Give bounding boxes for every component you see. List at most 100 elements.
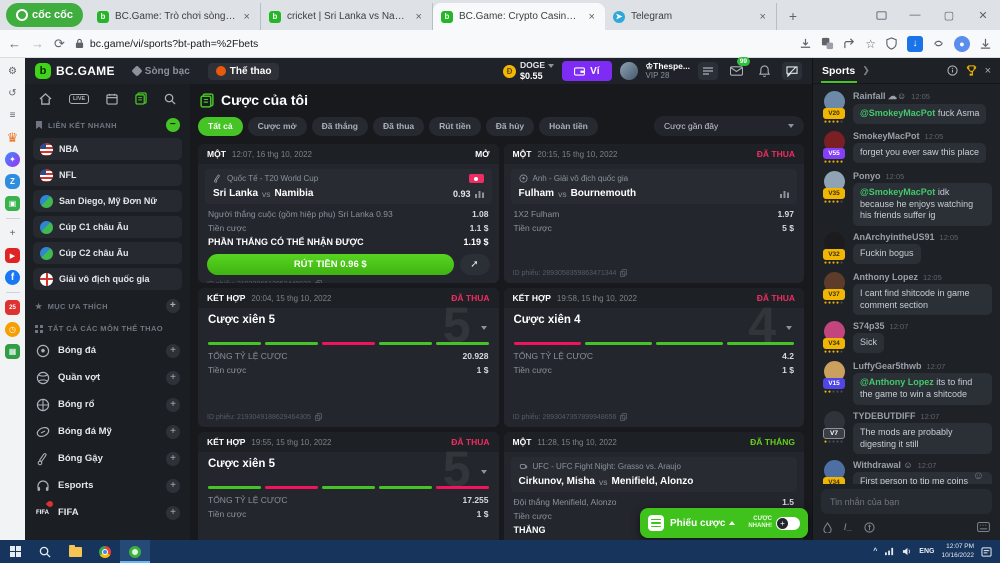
user-avatar[interactable]: [620, 62, 638, 80]
sidebar-item-fifa[interactable]: FIFA FIFA +: [25, 499, 190, 526]
filter-cashout[interactable]: Rút tiền: [429, 117, 481, 136]
add-shortcut-icon[interactable]: +: [5, 226, 20, 241]
emoji-icon[interactable]: ☺: [973, 470, 984, 482]
trophy-icon[interactable]: [966, 65, 977, 76]
user-info[interactable]: ♔Thespe... VIP 28: [646, 62, 690, 81]
messenger-icon[interactable]: ✦: [5, 152, 20, 167]
live-icon[interactable]: LIVE: [69, 94, 89, 104]
copy-icon[interactable]: [620, 269, 627, 277]
browser-tab[interactable]: b BC.Game: Trò chơi sòng bạc ×: [89, 3, 261, 30]
cashout-button[interactable]: RÚT TIỀN 0.96 $: [207, 254, 454, 275]
share-bet-button[interactable]: ➚: [460, 254, 490, 275]
start-button[interactable]: [0, 540, 30, 563]
games-icon[interactable]: ▣: [5, 196, 20, 211]
copy-icon[interactable]: [620, 413, 627, 421]
tab-close-icon[interactable]: ×: [414, 11, 424, 23]
expand-plus-button[interactable]: +: [166, 425, 180, 439]
match-info[interactable]: Quốc Tế - T20 World Cup Sri Lanka vs Nam…: [205, 169, 492, 204]
search-icon[interactable]: [164, 93, 176, 105]
chevron-down-icon[interactable]: [481, 326, 487, 330]
url-bar[interactable]: bc.game/vi/sports?bt-path=%2Fbets: [75, 38, 789, 50]
language-indicator[interactable]: ENG: [919, 548, 934, 555]
shop-shortcut-icon[interactable]: ▦: [5, 344, 20, 359]
combo-header[interactable]: Cược xiên 5 5: [198, 308, 499, 326]
match-info[interactable]: UFC - UFC Fight Night: Grasso vs. Araujo…: [511, 457, 798, 492]
adblock-shield-icon[interactable]: [885, 37, 898, 50]
quick-bet-toggle[interactable]: [776, 517, 800, 530]
betslip-button[interactable]: Phiếu cược CƯỢCNHANH!: [640, 508, 808, 538]
chat-expand-icon[interactable]: ❯: [862, 65, 870, 76]
downloads-icon[interactable]: [979, 37, 992, 50]
chat-username[interactable]: SmokeyMacPot: [853, 131, 920, 141]
sidebar-item-american-football[interactable]: Bóng đá Mỹ +: [25, 418, 190, 445]
notifications-bell-icon[interactable]: [754, 62, 774, 80]
nav-sports[interactable]: Thế thao: [208, 63, 280, 80]
expand-plus-button[interactable]: +: [166, 398, 180, 412]
chat-input[interactable]: [821, 489, 992, 514]
file-explorer-icon[interactable]: [60, 540, 90, 563]
sidebar-item-nfl[interactable]: NFL: [33, 164, 182, 186]
clock-shortcut-icon[interactable]: ◷: [5, 322, 20, 337]
chat-rules-info-icon[interactable]: [947, 65, 958, 76]
my-bets-icon[interactable]: [135, 92, 147, 105]
combo-header[interactable]: Cược xiên 4 4: [504, 308, 805, 326]
collapse-button[interactable]: −: [166, 118, 180, 132]
taskbar-search-icon[interactable]: [30, 540, 60, 563]
copy-icon[interactable]: [315, 280, 322, 283]
browser-tab[interactable]: b cricket | Sri Lanka vs Namibi ×: [261, 3, 433, 30]
sidebar-item-football[interactable]: Bóng đá +: [25, 337, 190, 364]
history-icon[interactable]: ↺: [5, 86, 20, 101]
back-icon[interactable]: ←: [8, 36, 21, 51]
chevron-down-icon[interactable]: [786, 326, 792, 330]
sort-dropdown[interactable]: Cược gần đây: [654, 116, 804, 136]
window-close-button[interactable]: ✕: [966, 0, 1000, 30]
chat-toggle-icon[interactable]: [782, 62, 802, 80]
chat-username[interactable]: Withdrawal ☺: [853, 460, 913, 470]
crown-icon[interactable]: ♛: [5, 130, 20, 145]
filter-lost[interactable]: Đã thua: [373, 117, 424, 136]
gif-keyboard-icon[interactable]: [977, 522, 990, 532]
browser-tab[interactable]: ➤ Telegram ×: [605, 3, 777, 30]
coccoc-menu-button[interactable]: cốc cốc: [6, 3, 83, 27]
expand-plus-button[interactable]: +: [166, 371, 180, 385]
copy-icon[interactable]: [315, 413, 322, 421]
share-icon[interactable]: [843, 37, 856, 50]
sidebar-item-cricket[interactable]: Bóng Gậy +: [25, 445, 190, 472]
tab-close-icon[interactable]: ×: [758, 11, 768, 23]
stats-chart-icon[interactable]: [475, 190, 484, 198]
notification-center-icon[interactable]: [981, 547, 992, 557]
expand-plus-button[interactable]: +: [166, 452, 180, 466]
sidebar-item-nba[interactable]: NBA: [33, 138, 182, 160]
youtube-icon[interactable]: ▶: [5, 248, 20, 263]
chat-username[interactable]: Rainfall ☁☺: [853, 91, 906, 102]
match-info[interactable]: Anh - Giải vô địch quốc gia Fulham vs Bo…: [511, 169, 798, 204]
reading-list-icon[interactable]: ≡: [5, 108, 20, 123]
chat-username[interactable]: TYDEBUTDIFF: [853, 411, 916, 421]
taskbar-clock[interactable]: 12:07 PM 10/16/2022: [941, 543, 974, 559]
wallet-button[interactable]: Ví: [562, 61, 611, 81]
filter-refund[interactable]: Hoàn tiền: [539, 117, 598, 136]
chat-tab-sports[interactable]: Sports: [822, 65, 855, 77]
sidebar-item-tennis[interactable]: Quần vợt +: [25, 364, 190, 391]
filter-won[interactable]: Đã thắng: [312, 117, 368, 136]
new-tab-button[interactable]: +: [781, 4, 805, 28]
chat-username[interactable]: S74p35: [853, 321, 885, 331]
tray-expand-icon[interactable]: ^: [873, 548, 877, 555]
save-page-icon[interactable]: [799, 37, 812, 50]
sidebar-item-esports[interactable]: Esports +: [25, 472, 190, 499]
sync-icon[interactable]: [932, 37, 945, 50]
chevron-down-icon[interactable]: [481, 470, 487, 474]
nav-casino[interactable]: Sòng bạc: [125, 63, 198, 80]
filter-open[interactable]: Cược mở: [248, 117, 307, 136]
currency-selector[interactable]: Đ DOGE $0.55: [503, 61, 554, 81]
coccoc-taskbar-icon[interactable]: [120, 540, 150, 563]
facebook-icon[interactable]: f: [5, 270, 20, 285]
slash-command-icon[interactable]: /_: [844, 522, 852, 532]
chat-close-icon[interactable]: ×: [985, 65, 991, 77]
chat-username[interactable]: Anthony Lopez: [853, 272, 918, 282]
calendar-shortcut-icon[interactable]: 25: [5, 300, 20, 315]
translate-icon[interactable]: [821, 37, 834, 50]
chat-username[interactable]: AnArchyintheUS91: [853, 232, 935, 242]
tab-search-icon[interactable]: [864, 0, 898, 30]
chrome-icon[interactable]: [90, 540, 120, 563]
